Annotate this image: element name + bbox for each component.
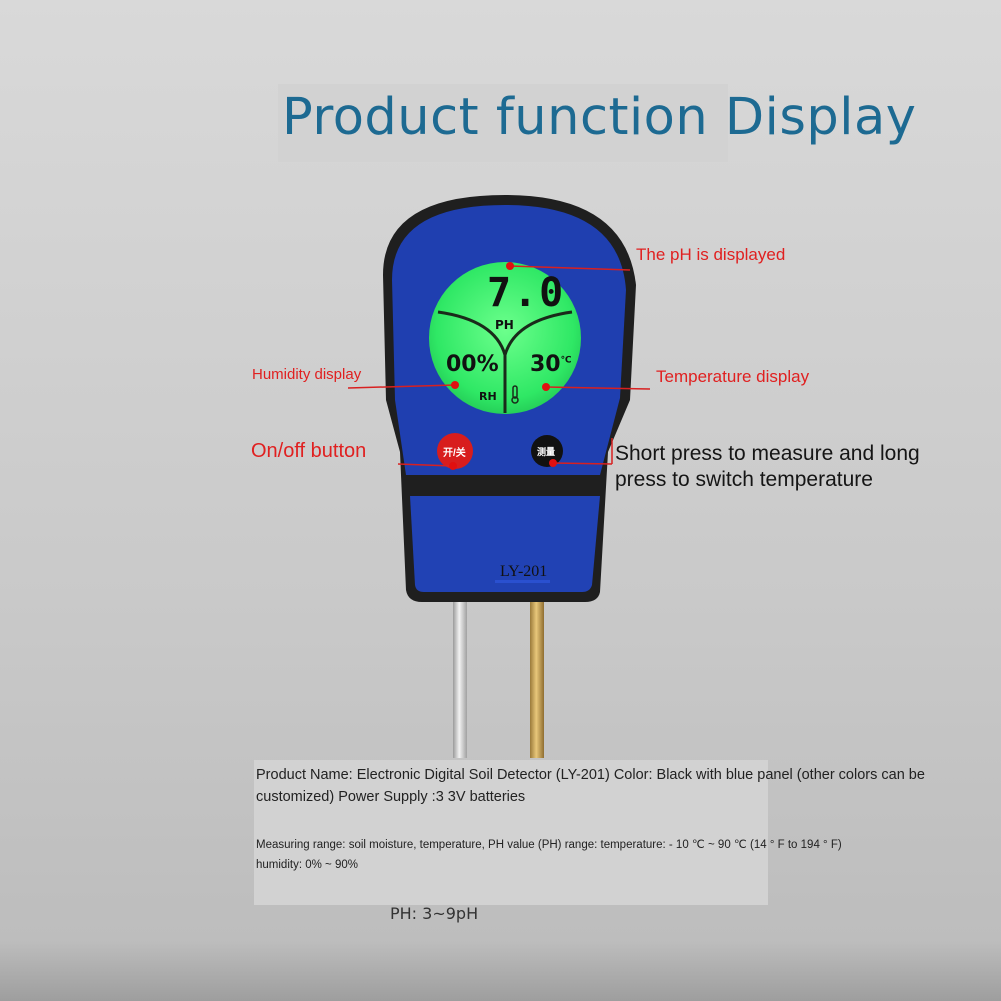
measure-callout-line2: press to switch temperature bbox=[615, 468, 873, 491]
measure-callout-line1: Short press to measure and long bbox=[615, 442, 920, 465]
silver-probe bbox=[453, 598, 467, 758]
model-label: LY-201 bbox=[500, 563, 548, 580]
product-description: Product Name: Electronic Digital Soil De… bbox=[256, 767, 925, 805]
power-button[interactable]: 开/关 bbox=[443, 444, 466, 459]
rh-label: RH bbox=[479, 390, 497, 403]
temperature-value: 30 bbox=[530, 352, 561, 377]
temperature-unit: ℃ bbox=[560, 355, 572, 366]
temperature-callout: Temperature display bbox=[656, 367, 810, 386]
power-callout: On/off button bbox=[251, 440, 367, 462]
measuring-range-line2: humidity: 0% ~ 90% bbox=[256, 859, 358, 871]
ph-range: PH: 3~9pH bbox=[390, 904, 479, 923]
humidity-callout: Humidity display bbox=[252, 366, 362, 383]
measure-button[interactable]: 测量 bbox=[537, 445, 555, 458]
ph-unit-label: PH bbox=[495, 318, 514, 332]
measuring-range-line1: Measuring range: soil moisture, temperat… bbox=[256, 839, 842, 851]
temperature-reading: 30℃ bbox=[530, 352, 572, 377]
gold-probe bbox=[530, 598, 544, 758]
measuring-range: Measuring range: soil moisture, temperat… bbox=[256, 835, 976, 875]
ph-value: 7.0 bbox=[487, 270, 566, 316]
ph-callout: The pH is displayed bbox=[636, 245, 786, 264]
page-title: Product function Display bbox=[282, 88, 917, 147]
measure-callout: Short press to measure and long press to… bbox=[615, 441, 920, 493]
humidity-value: 00% bbox=[446, 352, 499, 377]
